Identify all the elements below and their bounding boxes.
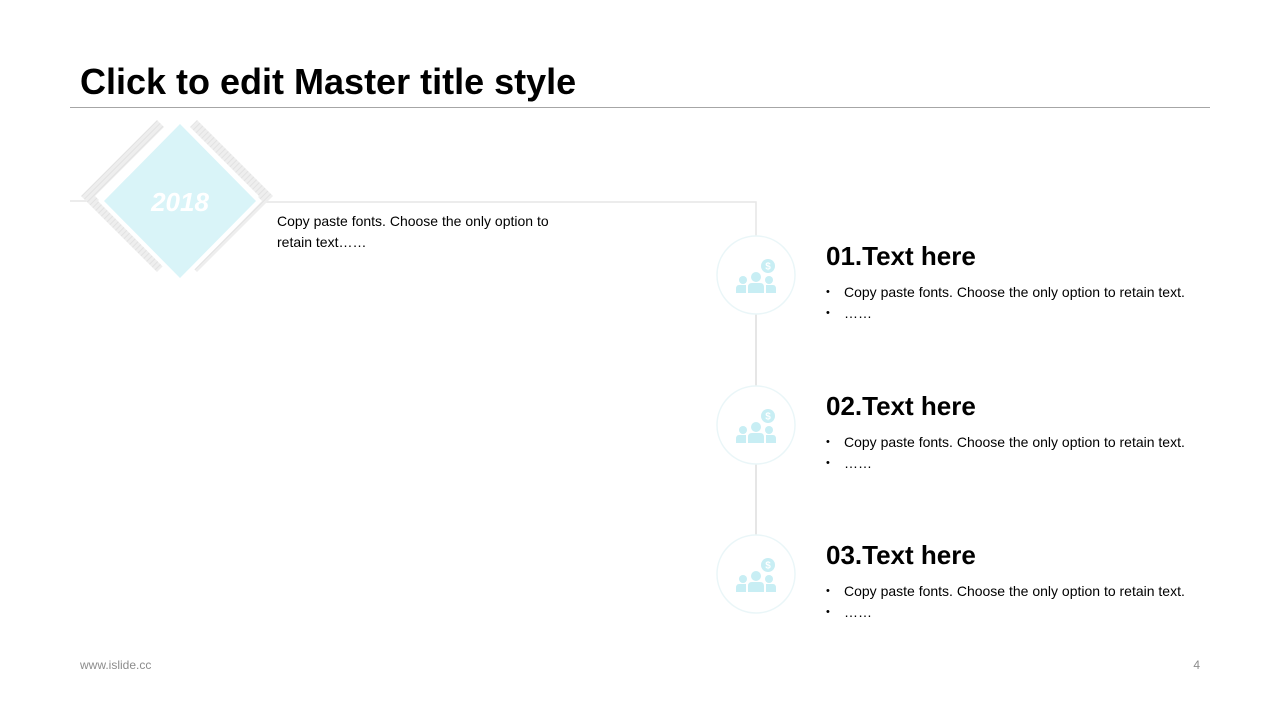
item-heading[interactable]: 02.Text here: [826, 390, 1226, 422]
step-icon-circle: [716, 534, 796, 614]
step-icon-circle: [716, 235, 796, 315]
item-bullet[interactable]: ……: [826, 453, 1226, 474]
timeline-item-1: 01.Text here Copy paste fonts. Choose th…: [826, 240, 1226, 324]
item-bullet[interactable]: Copy paste fonts. Choose the only option…: [826, 432, 1226, 453]
step-icon-circle: [716, 385, 796, 465]
item-bullet[interactable]: Copy paste fonts. Choose the only option…: [826, 282, 1226, 303]
page-number: 4: [1193, 658, 1200, 672]
item-bullet-list: Copy paste fonts. Choose the only option…: [826, 282, 1226, 324]
item-bullet-list: Copy paste fonts. Choose the only option…: [826, 581, 1226, 623]
item-bullet[interactable]: Copy paste fonts. Choose the only option…: [826, 581, 1226, 602]
year-label[interactable]: 2018: [110, 186, 250, 218]
footer-url: www.islide.cc: [80, 658, 152, 672]
item-bullet-list: Copy paste fonts. Choose the only option…: [826, 432, 1226, 474]
timeline-item-3: 03.Text here Copy paste fonts. Choose th…: [826, 539, 1226, 623]
item-heading[interactable]: 03.Text here: [826, 539, 1226, 571]
timeline-item-2: 02.Text here Copy paste fonts. Choose th…: [826, 390, 1226, 474]
item-bullet[interactable]: ……: [826, 303, 1226, 324]
intro-text[interactable]: Copy paste fonts. Choose the only option…: [277, 211, 577, 253]
item-bullet[interactable]: ……: [826, 602, 1226, 623]
item-heading[interactable]: 01.Text here: [826, 240, 1226, 272]
